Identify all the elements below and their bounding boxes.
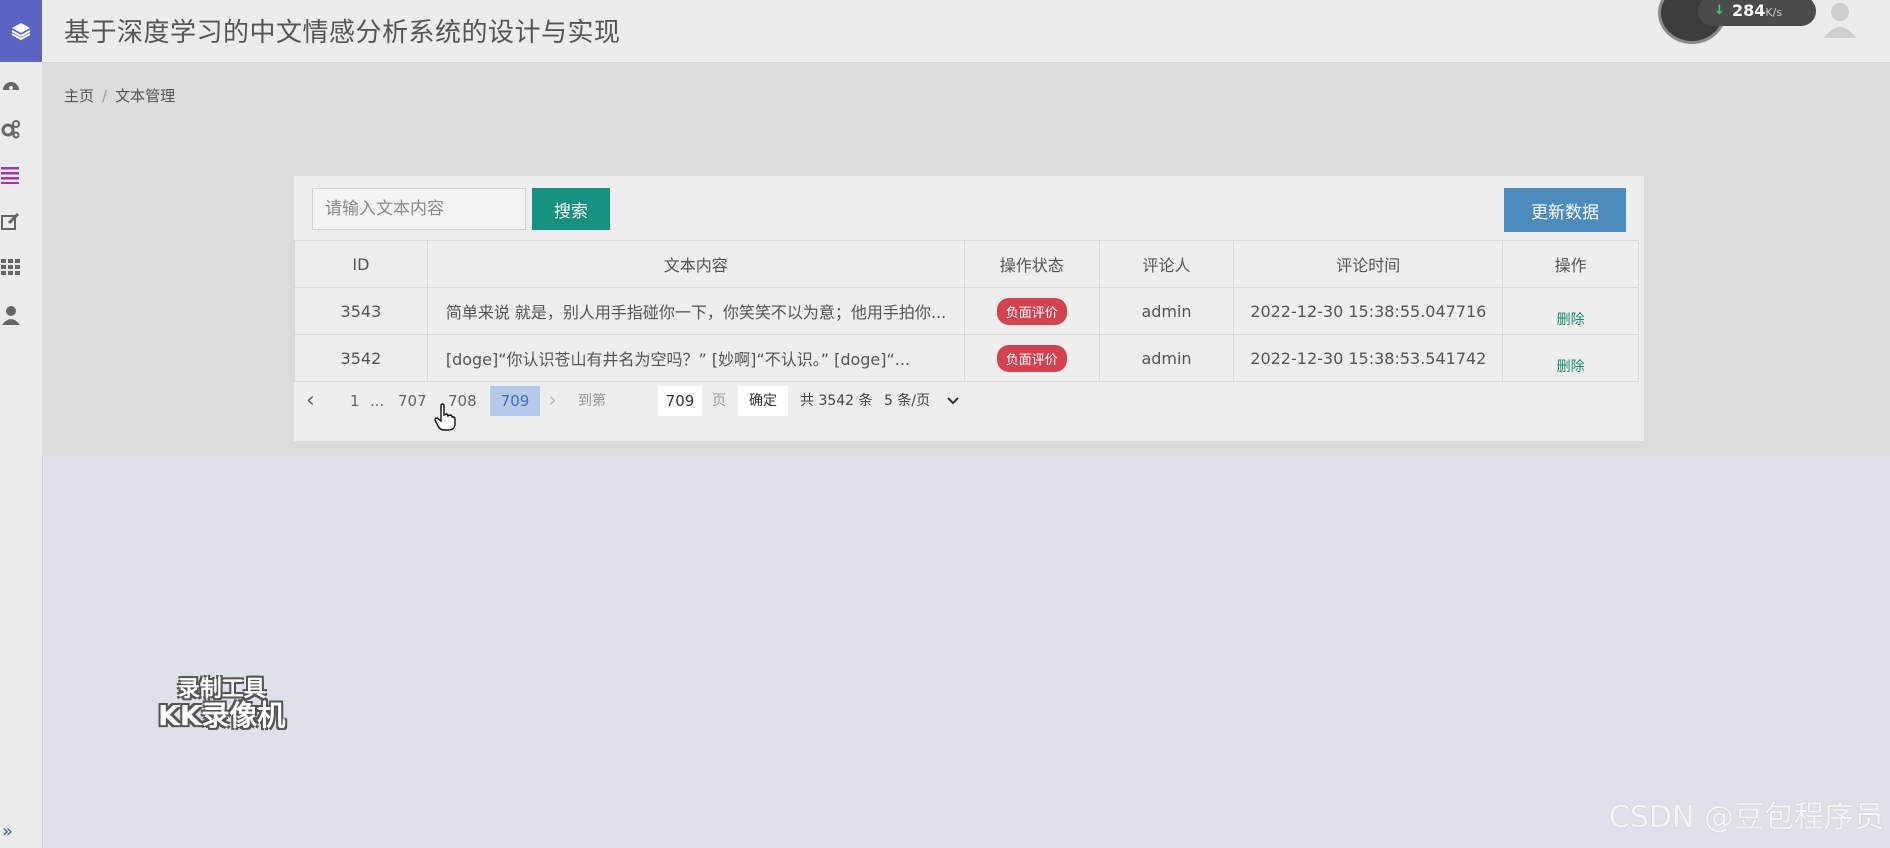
recorder-watermark: 录制工具 KK录像机 <box>158 677 286 733</box>
hand-cursor-icon <box>434 403 456 435</box>
cell-commenter: admin <box>1098 334 1235 382</box>
breadcrumb-current: 文本管理 <box>115 87 176 105</box>
search-input[interactable] <box>312 188 526 230</box>
cell-commenter: admin <box>1098 287 1235 335</box>
list-icon[interactable] <box>0 164 22 186</box>
expand-sidebar-button[interactable]: » <box>2 821 13 842</box>
status-badge: 负面评价 <box>996 297 1067 325</box>
avatar[interactable] <box>1822 0 1862 40</box>
cell-time: 2022-12-30 15:38:53.541742 <box>1233 334 1504 382</box>
text-management-panel: 搜索 更新数据 ID 文本内容 操作状态 评论人 评论时间 操作 3543 简 <box>294 176 1644 441</box>
goto-suffix: 页 <box>712 393 726 409</box>
page-707-button[interactable]: 707 <box>398 386 427 416</box>
pagination-ellipsis[interactable]: ... <box>370 386 384 416</box>
cell-text: [doge]“你认识苍山有井名为空吗？” [妙啊]“不认识。” [doge]“.… <box>426 334 965 382</box>
recorder-watermark-line1: 录制工具 <box>177 677 266 702</box>
delete-link[interactable]: 删除 <box>1557 359 1585 375</box>
grid-icon[interactable] <box>0 256 22 278</box>
column-header-action: 操作 <box>1502 240 1639 288</box>
user-icon[interactable] <box>0 304 22 326</box>
sidebar: » <box>0 0 43 848</box>
current-page-button[interactable]: 709 <box>490 386 540 416</box>
layers-icon[interactable] <box>0 0 42 62</box>
delete-link[interactable]: 删除 <box>1557 312 1585 328</box>
speed-pill: ↓ 284K/s <box>1698 0 1816 26</box>
recorder-watermark-line2: KK录像机 <box>158 699 286 733</box>
confirm-goto-button[interactable]: 确定 <box>738 386 788 416</box>
cell-time: 2022-12-30 15:38:55.047716 <box>1233 287 1504 335</box>
column-header-text: 文本内容 <box>426 240 965 288</box>
goto-prefix: 到第 <box>578 393 606 409</box>
csdn-watermark: CSDN @豆包程序员 <box>1608 800 1884 835</box>
breadcrumb: 主页 / 文本管理 <box>64 85 175 106</box>
cell-text: 简单来说 就是，别人用手指碰你一下，你笑笑不以为意；他用手拍你... <box>426 287 965 335</box>
status-badge: 负面评价 <box>996 344 1067 372</box>
table-header-row: ID 文本内容 操作状态 评论人 评论时间 操作 <box>294 240 1639 288</box>
breadcrumb-separator: / <box>102 87 108 105</box>
chevron-down-icon[interactable] <box>946 386 960 416</box>
top-header: 基于深度学习的中文情感分析系统的设计与实现 <box>42 0 1890 63</box>
prev-page-button[interactable]: ‹ <box>306 386 315 416</box>
dashboard-icon[interactable] <box>0 74 22 96</box>
edit-icon[interactable] <box>0 210 22 232</box>
table-row: 3543 简单来说 就是，别人用手指碰你一下，你笑笑不以为意；他用手拍你... … <box>294 287 1639 335</box>
column-header-id: ID <box>294 240 428 288</box>
column-header-status: 操作状态 <box>963 240 1100 288</box>
goto-page-input[interactable]: 709 <box>658 386 702 416</box>
total-count: 共 3542 条 <box>800 393 873 409</box>
cell-id: 3543 <box>294 287 428 335</box>
page-size-select[interactable]: 5 条/页 <box>884 386 930 416</box>
column-header-commenter: 评论人 <box>1098 240 1235 288</box>
network-speed-widget: ↓ 284K/s <box>1618 0 1818 44</box>
cell-status: 负面评价 <box>963 334 1100 382</box>
page-1-button[interactable]: 1 <box>350 386 360 416</box>
main-content: 主页 / 文本管理 搜索 更新数据 ID 文本内容 操作状态 评论人 评论时间 操作 <box>42 63 1890 456</box>
settings-icon[interactable] <box>0 118 22 140</box>
table-row: 3542 [doge]“你认识苍山有井名为空吗？” [妙啊]“不认识。” [do… <box>294 334 1639 382</box>
next-page-button[interactable]: › <box>548 386 557 416</box>
text-table: ID 文本内容 操作状态 评论人 评论时间 操作 3543 简单来说 就是，别人… <box>294 240 1639 382</box>
cell-id: 3542 <box>294 334 428 382</box>
cell-status: 负面评价 <box>963 287 1100 335</box>
cell-action: 删除 <box>1502 334 1639 382</box>
speed-unit: K/s <box>1765 6 1783 19</box>
update-data-button[interactable]: 更新数据 <box>1504 188 1626 232</box>
speed-value: 284 <box>1732 1 1766 20</box>
search-button[interactable]: 搜索 <box>532 188 610 230</box>
cell-action: 删除 <box>1502 287 1639 335</box>
download-arrow-icon: ↓ <box>1714 3 1725 18</box>
page-title: 基于深度学习的中文情感分析系统的设计与实现 <box>64 18 621 48</box>
breadcrumb-home[interactable]: 主页 <box>64 87 94 105</box>
column-header-time: 评论时间 <box>1233 240 1504 288</box>
